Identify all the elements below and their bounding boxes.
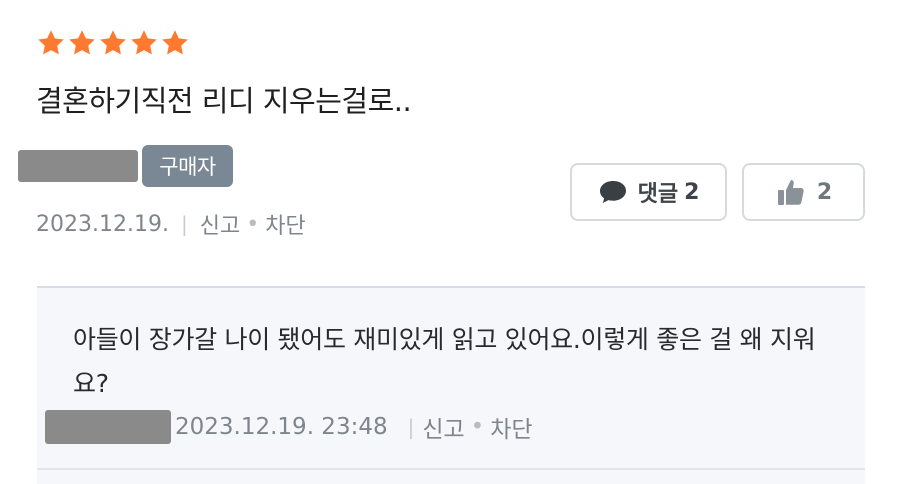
speech-bubble-icon (598, 179, 628, 205)
star-icon (162, 30, 188, 55)
comment-box: 아들이 장가갈 나이 됐어도 재미있게 읽고 있어요.이렇게 좋은 걸 왜 지워… (37, 286, 865, 484)
comment-report-link[interactable]: 신고 (422, 410, 464, 444)
dot-separator: • (470, 414, 485, 440)
review-date: 2023.12.19. (36, 211, 169, 237)
block-link[interactable]: 차단 (265, 208, 305, 240)
star-icon (69, 30, 95, 55)
comment-meta: 2023.12.19. 23:48 | 신고 • 차단 (175, 410, 533, 444)
comment-masked-username (45, 410, 171, 444)
thumbs-up-icon (775, 176, 807, 208)
report-link[interactable]: 신고 (200, 208, 240, 240)
comment-button-label: 댓글 (637, 182, 679, 207)
review-meta: 2023.12.19. | 신고 • 차단 (36, 208, 306, 240)
masked-username (18, 150, 138, 182)
review-text: 결혼하기직전 리디 지우는걸로.. (36, 84, 412, 118)
separator: | (180, 212, 188, 236)
separator: | (407, 415, 415, 439)
star-rating (36, 28, 190, 58)
buyer-badge: 구매자 (142, 145, 233, 187)
comment-count: 2 (684, 179, 700, 205)
comment-datetime: 2023.12.19. 23:48 (175, 414, 388, 440)
comment-text: 아들이 장가갈 나이 됐어도 재미있게 읽고 있어요.이렇게 좋은 걸 왜 지워… (73, 325, 816, 398)
comment-block-link[interactable]: 차단 (490, 410, 532, 444)
like-button[interactable]: 2 (742, 163, 865, 221)
like-count: 2 (816, 179, 833, 205)
star-icon (38, 30, 64, 55)
review-card: 결혼하기직전 리디 지우는걸로.. 구매자 2023.12.19. | 신고 •… (0, 0, 900, 484)
comment-button[interactable]: 댓글 2 (570, 163, 727, 221)
divider (37, 468, 865, 470)
dot-separator: • (246, 211, 260, 237)
star-icon (100, 30, 126, 55)
star-icon (131, 30, 157, 55)
